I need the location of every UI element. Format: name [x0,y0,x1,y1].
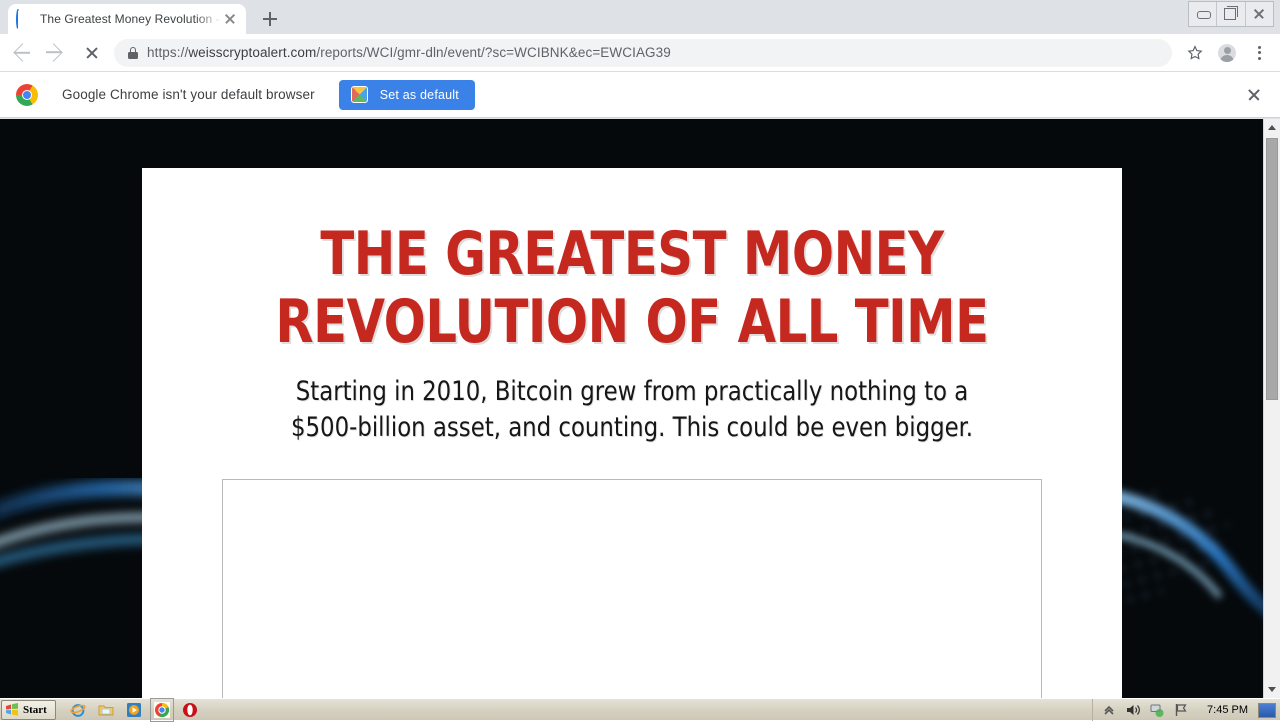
show-hidden-icons-icon[interactable] [1101,702,1117,718]
headline-line-2: REVOLUTION OF ALL TIME [181,288,1083,356]
system-tray: 7:45 PM [1092,699,1280,721]
shield-icon [351,86,368,103]
start-label: Start [23,704,47,716]
new-tab-button[interactable] [256,8,284,30]
window-close-button[interactable] [1246,2,1273,26]
google-chrome-icon[interactable] [154,702,170,718]
network-icon[interactable] [1149,702,1165,718]
tab-strip: The Greatest Money Revolution - Ev [0,0,1280,34]
tab-title: The Greatest Money Revolution - Ev [40,12,222,26]
subheadline-line-2: $500-billion asset, and counting. This c… [291,412,973,443]
lock-icon [128,47,138,59]
star-icon[interactable] [1180,38,1210,68]
scroll-down-arrow-icon[interactable] [1264,681,1280,698]
set-as-default-label: Set as default [380,88,459,102]
stop-loading-button[interactable] [76,37,108,69]
start-button[interactable]: Start [1,700,56,720]
page-headline: THE GREATEST MONEY REVOLUTION OF ALL TIM… [181,220,1083,356]
show-desktop-icon[interactable] [1258,703,1276,718]
three-dot-menu-icon[interactable] [1244,38,1274,68]
video-player-placeholder[interactable] [222,479,1042,698]
tab-close-icon[interactable] [222,11,238,27]
browser-tab[interactable]: The Greatest Money Revolution - Ev [8,4,246,34]
headline-line-1: THE GREATEST MONEY [320,219,943,289]
page-subheadline: Starting in 2010, Bitcoin grew from prac… [171,374,1092,446]
opera-icon[interactable] [182,702,198,718]
infobar-message: Google Chrome isn't your default browser [62,87,315,102]
subheadline-line-1: Starting in 2010, Bitcoin grew from prac… [296,376,968,407]
forward-button[interactable] [40,37,72,69]
back-button[interactable] [4,37,36,69]
page-scrollbar[interactable] [1263,119,1280,698]
minimize-button[interactable] [1189,2,1217,26]
taskbar-clock[interactable]: 7:45 PM [1207,704,1248,716]
content-sheet: THE GREATEST MONEY REVOLUTION OF ALL TIM… [142,168,1122,698]
window-controls [1188,1,1274,27]
browser-window: The Greatest Money Revolution - Ev https… [0,0,1280,698]
scroll-up-arrow-icon[interactable] [1264,119,1280,136]
address-bar-url: https://weisscryptoalert.com/reports/WCI… [147,45,671,60]
url-path: /reports/WCI/gmr-dln/event/?sc=WCIBNK&ec… [316,45,671,60]
flag-security-icon[interactable] [1173,702,1189,718]
media-player-icon[interactable] [126,702,142,718]
restore-button[interactable] [1217,2,1245,26]
url-scheme: https:// [147,45,188,60]
address-bar[interactable]: https://weisscryptoalert.com/reports/WCI… [114,39,1172,67]
windows-taskbar: Start [0,698,1280,720]
file-explorer-icon[interactable] [98,702,114,718]
scrollbar-thumb[interactable] [1266,138,1278,400]
windows-flag-icon [5,703,19,716]
quick-launch-bar [70,702,198,718]
avatar-icon[interactable] [1212,38,1242,68]
set-as-default-button[interactable]: Set as default [339,80,475,110]
page-viewport: THE GREATEST MONEY REVOLUTION OF ALL TIM… [0,119,1280,698]
browser-toolbar: https://weisscryptoalert.com/reports/WCI… [0,34,1280,72]
infobar-close-icon[interactable] [1242,83,1266,107]
volume-icon[interactable] [1125,702,1141,718]
loading-spinner-icon [16,11,32,27]
url-host: weisscryptoalert.com [188,45,316,60]
chrome-logo-icon [16,84,38,106]
default-browser-infobar: Google Chrome isn't your default browser… [0,72,1280,118]
internet-explorer-icon[interactable] [70,702,86,718]
